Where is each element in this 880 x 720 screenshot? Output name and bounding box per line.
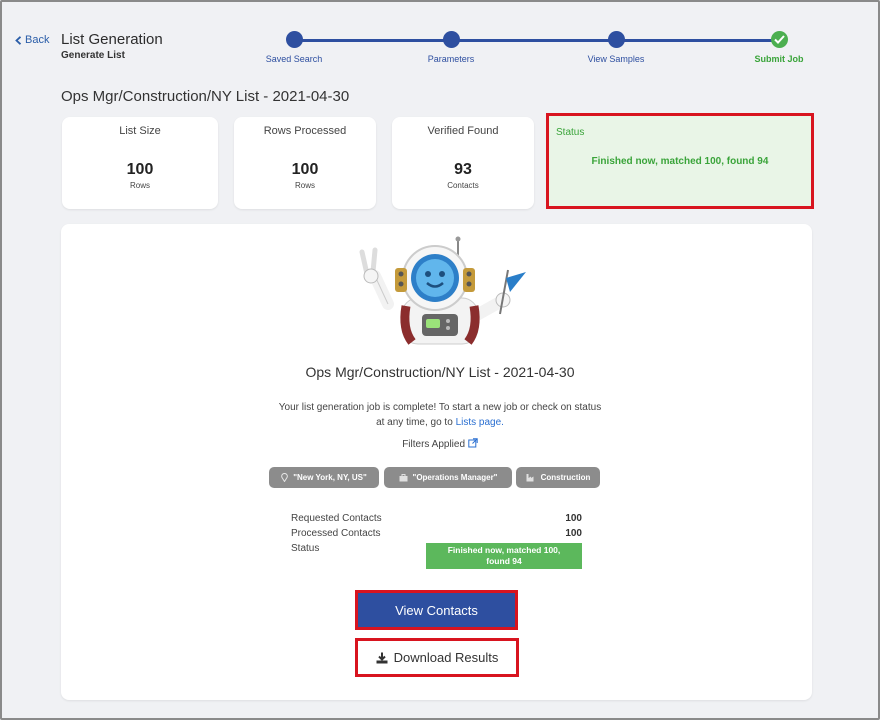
back-button[interactable]: Back (15, 34, 49, 46)
list-size-label: List Size (119, 125, 161, 137)
view-contacts-button[interactable]: View Contacts (355, 590, 518, 630)
status-card-label: Status (556, 127, 585, 138)
lists-page-link[interactable]: Lists page. (456, 417, 504, 428)
location-pin-icon (281, 473, 289, 482)
rows-processed-value: 100 (291, 161, 319, 178)
rows-processed-unit: Rows (294, 181, 315, 190)
verified-found-label: Verified Found (427, 125, 499, 137)
summary-status-line1: Finished now, matched 100, (447, 545, 561, 555)
filter-chip-location-label: "New York, NY, US" (293, 473, 367, 482)
verified-found-card: Verified Found 93 Contacts (392, 117, 534, 209)
filter-chip-industry-label: Construction (540, 473, 591, 482)
processed-contacts-value: 100 (565, 528, 582, 539)
filter-chip-job-title-label: "Operations Manager" (412, 473, 498, 482)
step-dot-parameters[interactable] (443, 31, 460, 48)
download-results-button[interactable]: Download Results (355, 638, 519, 677)
stepper-track (294, 39, 782, 42)
rows-processed-card: Rows Processed 100 Rows (234, 117, 376, 209)
list-name-heading: Ops Mgr/Construction/NY List - 2021-04-3… (61, 88, 350, 105)
chevron-left-icon (15, 35, 22, 45)
list-size-card: List Size 100 Rows (62, 117, 218, 209)
briefcase-icon (399, 473, 408, 481)
completion-message-line2: at any time, go to Lists page. (0, 417, 880, 428)
step-dot-submit-job[interactable] (771, 31, 788, 48)
step-dot-saved-search[interactable] (286, 31, 303, 48)
step-label-submit-job[interactable]: Submit Job (755, 54, 804, 64)
astronaut-mascot-icon (359, 236, 526, 345)
summary-status-label: Status (291, 543, 320, 554)
panel-title: Ops Mgr/Construction/NY List - 2021-04-3… (305, 364, 575, 380)
filters-applied-link[interactable]: Filters Applied (0, 438, 880, 450)
processed-contacts-label: Processed Contacts (291, 528, 381, 539)
check-icon (774, 35, 785, 44)
summary-status-line2: found 94 (486, 556, 522, 566)
list-size-unit: Rows (129, 181, 150, 190)
summary-status-badge: Finished now, matched 100, found 94 (426, 543, 582, 569)
completion-message-line1: Your list generation job is complete! To… (278, 402, 602, 413)
completion-message-prefix: at any time, go to (376, 417, 456, 428)
filter-chip-location: "New York, NY, US" (269, 467, 379, 488)
status-card-message: Finished now, matched 100, found 94 (591, 156, 769, 167)
rows-processed-label: Rows Processed (263, 125, 347, 137)
step-label-saved-search[interactable]: Saved Search (266, 54, 323, 64)
list-size-value: 100 (126, 161, 154, 178)
step-label-parameters[interactable]: Parameters (428, 54, 475, 64)
step-dot-view-samples[interactable] (608, 31, 625, 48)
verified-found-value: 93 (454, 161, 472, 178)
filters-applied-label: Filters Applied (402, 439, 466, 450)
requested-contacts-value: 100 (565, 513, 582, 524)
page-title: List Generation (61, 31, 163, 48)
verified-found-unit: Contacts (447, 181, 479, 190)
back-label: Back (25, 34, 50, 46)
filter-chip-industry: Construction (516, 467, 600, 488)
status-card: Status Finished now, matched 100, found … (546, 113, 814, 209)
industry-icon (526, 474, 534, 482)
page-subtitle: Generate List (61, 50, 125, 61)
download-icon (376, 652, 388, 663)
download-results-label: Download Results (393, 650, 499, 665)
requested-contacts-label: Requested Contacts (291, 513, 382, 524)
external-link-icon (468, 438, 478, 448)
filter-chip-job-title: "Operations Manager" (384, 467, 512, 488)
step-label-view-samples[interactable]: View Samples (588, 54, 645, 64)
